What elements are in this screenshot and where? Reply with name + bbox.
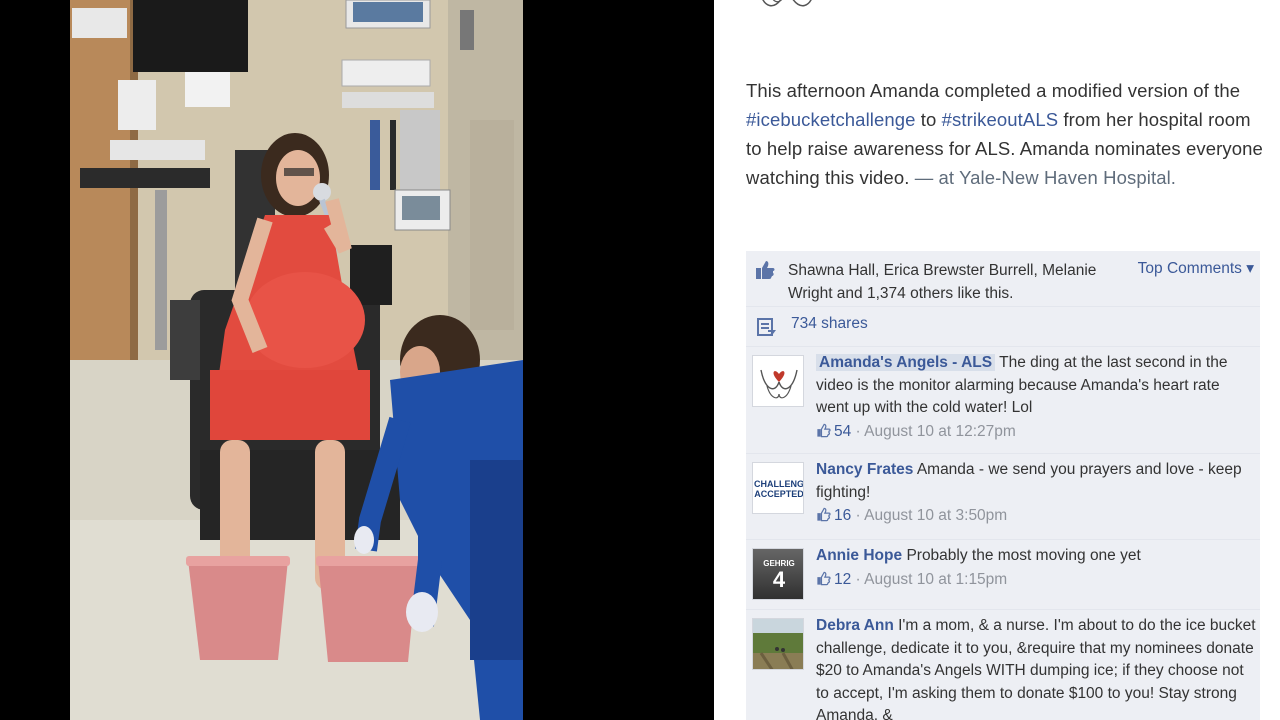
commenter-avatar[interactable]: CHALLENG ACCEPTED <box>752 462 804 514</box>
comment-body: Nancy Frates Amanda - we send you prayer… <box>816 459 1256 528</box>
hashtag-strikeoutals-link[interactable]: #strikeoutALS <box>942 109 1058 130</box>
post-sidebar: This afternoon Amanda completed a modifi… <box>714 0 1280 720</box>
top-comments-dropdown[interactable]: Top Comments ▾ <box>1138 259 1254 278</box>
comment-body: Debra Ann I'm a mom, & a nurse. I'm abou… <box>816 615 1256 720</box>
comment-item: Debra Ann I'm a mom, & a nurse. I'm abou… <box>746 610 1260 720</box>
feedback-panel: Shawna Hall, Erica Brewster Burrell, Mel… <box>746 251 1260 720</box>
like-thumb-icon <box>817 507 831 522</box>
comment-meta: 16 · August 10 at 3:50pm <box>816 505 1256 528</box>
page-logo-icon <box>762 0 812 7</box>
comment-item: CHALLENG ACCEPTED Nancy Frates Amanda - … <box>746 454 1260 540</box>
challenge-avatar-text: CHALLENG ACCEPTED <box>754 479 804 499</box>
like-thumb-icon <box>756 261 775 279</box>
commenter-avatar[interactable]: GEHRIG 4 <box>752 548 804 600</box>
commenter-avatar[interactable] <box>752 355 804 407</box>
comment-item: GEHRIG 4 Annie Hope Probably the most mo… <box>746 540 1260 610</box>
comment-timestamp[interactable]: August 10 at 3:50pm <box>864 507 1007 524</box>
challenge-accepted-icon: CHALLENG ACCEPTED <box>753 463 804 513</box>
caption-text: This afternoon Amanda completed a modifi… <box>746 80 1241 101</box>
comment-timestamp[interactable]: August 10 at 12:27pm <box>864 423 1016 440</box>
comment-author-link[interactable]: Amanda's Angels - ALS <box>816 354 996 371</box>
location-link[interactable]: Yale-New Haven Hospital. <box>959 167 1176 188</box>
separator: · <box>851 507 865 524</box>
separator: · <box>851 570 865 588</box>
share-icon <box>757 318 776 336</box>
like-thumb-icon <box>817 571 831 585</box>
shares-summary: 734 shares <box>746 307 1260 347</box>
comment-like-count[interactable]: 16 <box>834 507 851 524</box>
video-player[interactable] <box>0 0 714 720</box>
commenter-avatar[interactable] <box>752 618 804 670</box>
comment-text: Probably the most moving one yet <box>906 547 1141 564</box>
location-prefix: — at <box>909 167 960 188</box>
shares-count-link[interactable]: 734 shares <box>791 315 868 333</box>
video-still-image <box>70 0 523 720</box>
comment-like-count[interactable]: 54 <box>834 423 851 440</box>
comment-body: Annie Hope Probably the most moving one … <box>816 545 1256 591</box>
comment-author-link[interactable]: Debra Ann <box>816 617 894 634</box>
jersey-number-text: 4 <box>772 566 786 592</box>
comment-body: Amanda's Angels - ALS The ding at the la… <box>816 352 1256 443</box>
likes-summary: Shawna Hall, Erica Brewster Burrell, Mel… <box>746 251 1260 307</box>
comment-author-link[interactable]: Nancy Frates <box>816 461 913 478</box>
like-thumb-icon <box>817 423 831 437</box>
separator: · <box>851 422 865 440</box>
comment-author-link[interactable]: Annie Hope <box>816 547 902 564</box>
video-frame[interactable] <box>70 0 523 720</box>
comment-timestamp[interactable]: August 10 at 1:15pm <box>864 571 1007 588</box>
comment-meta: 12 · August 10 at 1:15pm <box>816 569 1256 592</box>
hashtag-icebucketchallenge-link[interactable]: #icebucketchallenge <box>746 109 916 130</box>
comment-item: Amanda's Angels - ALS The ding at the la… <box>746 347 1260 454</box>
jersey-4-icon: GEHRIG 4 <box>753 549 803 599</box>
caption-mid: to <box>915 109 942 130</box>
comment-meta: 54 · August 10 at 12:27pm <box>816 421 1256 444</box>
cornfield-photo-icon <box>753 619 803 669</box>
comment-like-count[interactable]: 12 <box>834 571 851 588</box>
likes-text[interactable]: Shawna Hall, Erica Brewster Burrell, Mel… <box>788 259 1118 305</box>
angel-hands-logo-icon <box>753 356 803 406</box>
post-caption: This afternoon Amanda completed a modifi… <box>746 76 1270 192</box>
